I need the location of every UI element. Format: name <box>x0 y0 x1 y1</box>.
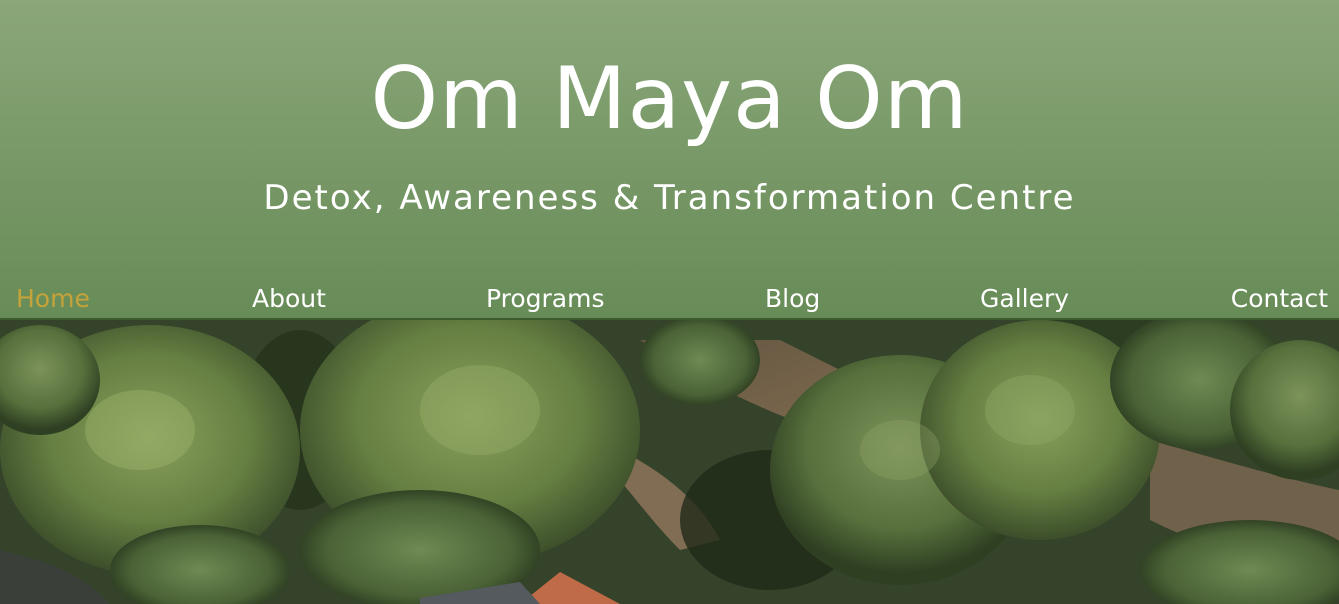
hero-image <box>0 320 1339 604</box>
nav-item-blog[interactable]: Blog <box>765 280 820 318</box>
nav-item-programs[interactable]: Programs <box>486 280 605 318</box>
aerial-forest-photo <box>0 320 1339 604</box>
nav-item-contact[interactable]: Contact <box>1231 280 1328 318</box>
main-nav: Home About Programs Blog Gallery Contact <box>0 280 1339 318</box>
site-title[interactable]: Om Maya Om <box>0 44 1339 154</box>
nav-item-about[interactable]: About <box>252 280 326 318</box>
nav-item-home[interactable]: Home <box>16 280 90 318</box>
site-header: Om Maya Om Detox, Awareness & Transforma… <box>0 0 1339 319</box>
nav-item-gallery[interactable]: Gallery <box>980 280 1069 318</box>
site-tagline: Detox, Awareness & Transformation Centre <box>263 178 1076 218</box>
